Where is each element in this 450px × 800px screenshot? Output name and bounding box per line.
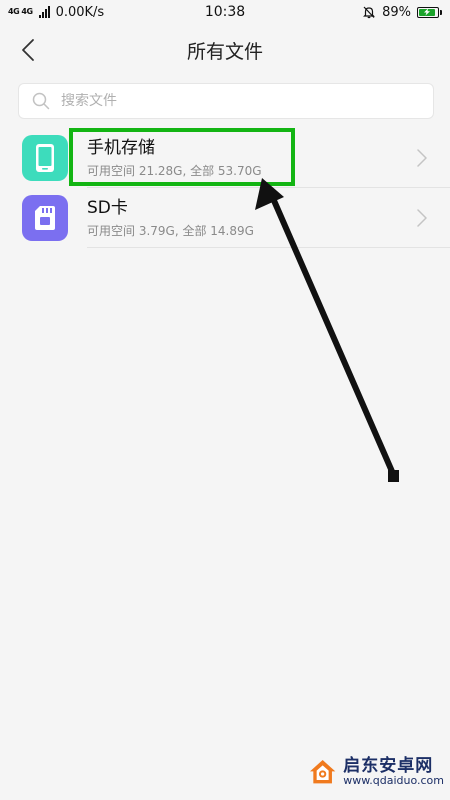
search-bar[interactable] — [18, 83, 434, 119]
storage-list: 手机存储 可用空间 21.28G, 全部 53.70G SD卡 可用空间 3.7… — [0, 128, 450, 248]
battery-percent: 89% — [382, 4, 411, 20]
search-icon — [31, 91, 51, 111]
list-divider — [87, 247, 450, 248]
storage-item-subtitle: 可用空间 21.28G, 全部 53.70G — [87, 164, 262, 178]
sd-card-icon-tile — [22, 195, 68, 241]
storage-item-subtitle: 可用空间 3.79G, 全部 14.89G — [87, 224, 254, 238]
battery-icon — [417, 6, 442, 18]
status-left: 4G 4G 0.00K/s — [8, 5, 104, 20]
page-title: 所有文件 — [186, 41, 263, 63]
charging-bolt-icon — [424, 8, 430, 16]
annotation-arrow — [255, 178, 399, 482]
phone-storage-icon-tile — [22, 135, 68, 181]
phone-icon — [36, 144, 54, 172]
signal-icon — [38, 6, 50, 18]
mute-bell-icon — [362, 5, 376, 19]
watermark-logo: 启东安卓网 www.qdaiduo.com — [308, 750, 444, 794]
storage-item-title: SD卡 — [87, 198, 128, 218]
storage-item-phone[interactable]: 手机存储 可用空间 21.28G, 全部 53.70G — [0, 128, 450, 188]
status-right: 89% — [362, 5, 442, 20]
storage-item-title: 手机存储 — [87, 138, 155, 158]
network-speed: 0.00K/s — [55, 4, 105, 20]
sd-card-icon — [35, 206, 55, 230]
header-bar: 所有文件 — [0, 24, 450, 76]
watermark-text: 启东安卓网 www.qdaiduo.com — [343, 755, 444, 788]
storage-item-sd-card[interactable]: SD卡 可用空间 3.79G, 全部 14.89G — [0, 188, 450, 248]
storage-item-text: 手机存储 可用空间 21.28G, 全部 53.70G — [87, 137, 262, 180]
chevron-right-icon — [417, 209, 427, 227]
watermark-url: www.qdaiduo.com — [343, 774, 444, 788]
watermark-house-icon — [309, 760, 336, 784]
battery-fill — [419, 8, 436, 16]
chevron-right-icon — [417, 149, 427, 167]
search-input[interactable] — [61, 93, 391, 109]
watermark-name: 启东安卓网 — [343, 755, 434, 776]
status-bar: 4G 4G 0.00K/s 10:38 89% — [0, 0, 450, 24]
storage-item-text: SD卡 可用空间 3.79G, 全部 14.89G — [87, 197, 254, 240]
network-type-label: 4G 4G — [8, 7, 33, 16]
